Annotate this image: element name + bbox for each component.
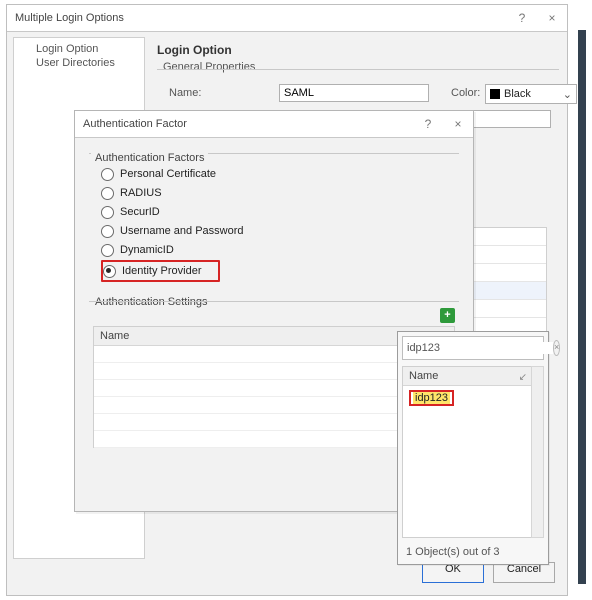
tree-item-user-directories[interactable]: User Directories bbox=[20, 56, 144, 70]
auth-title: Authentication Factor bbox=[83, 118, 187, 130]
radio-label: RADIUS bbox=[120, 187, 162, 199]
cancel-button[interactable]: Cancel bbox=[493, 562, 555, 583]
auth-titlebar: Authentication Factor ? × bbox=[75, 111, 473, 138]
radio-icon bbox=[101, 225, 114, 238]
tree-item-login-option[interactable]: Login Option bbox=[20, 42, 144, 56]
chevron-down-icon: ⌄ bbox=[563, 88, 572, 101]
radio-label: Personal Certificate bbox=[120, 168, 216, 180]
idp-picker-popup: × × Name ↙ idp123 1 Object(s) out of 3 bbox=[397, 331, 549, 565]
picker-scrollbar[interactable] bbox=[531, 366, 544, 538]
radio-label: DynamicID bbox=[120, 244, 174, 256]
add-button[interactable]: + bbox=[440, 308, 455, 323]
color-select[interactable]: Black ⌄ bbox=[485, 84, 577, 104]
picker-search[interactable]: × bbox=[402, 336, 544, 360]
radio-securid[interactable]: SecurID bbox=[101, 203, 455, 221]
main-titlebar: Multiple Login Options ? × bbox=[7, 5, 567, 32]
close-button[interactable]: × bbox=[537, 5, 567, 31]
ok-button[interactable]: OK bbox=[422, 562, 484, 583]
auth-close-button[interactable]: × bbox=[443, 111, 473, 137]
auth-help-button[interactable]: ? bbox=[413, 111, 443, 137]
radio-icon bbox=[103, 265, 116, 278]
picker-list[interactable]: Name ↙ idp123 bbox=[402, 366, 532, 538]
color-swatch-icon bbox=[490, 89, 500, 99]
name-input[interactable] bbox=[279, 84, 429, 102]
color-label: Color: bbox=[451, 87, 480, 99]
color-value: Black bbox=[504, 88, 531, 100]
background-strip bbox=[578, 30, 586, 584]
auth-factors-group: Personal Certificate RADIUS SecurID User… bbox=[89, 153, 459, 289]
auth-factors-label: Authentication Factors bbox=[91, 152, 208, 164]
picker-item-idp123[interactable]: idp123 bbox=[409, 390, 454, 406]
radio-username-password[interactable]: Username and Password bbox=[101, 222, 455, 240]
page-heading: Login Option bbox=[157, 43, 559, 57]
radio-label: SecurID bbox=[120, 206, 160, 218]
radio-label: Username and Password bbox=[120, 225, 244, 237]
radio-icon bbox=[101, 206, 114, 219]
radio-dynamicid[interactable]: DynamicID bbox=[101, 241, 455, 259]
picker-col-name[interactable]: Name ↙ bbox=[403, 367, 531, 386]
radio-radius[interactable]: RADIUS bbox=[101, 184, 455, 202]
picker-col-label: Name bbox=[409, 370, 438, 382]
help-button[interactable]: ? bbox=[507, 5, 537, 31]
radio-personal-certificate[interactable]: Personal Certificate bbox=[101, 165, 455, 183]
radio-icon bbox=[101, 244, 114, 257]
main-title: Multiple Login Options bbox=[15, 12, 124, 24]
picker-search-input[interactable] bbox=[403, 342, 553, 354]
radio-icon bbox=[101, 187, 114, 200]
main-button-bar: OK Cancel bbox=[416, 562, 555, 583]
name-label: Name: bbox=[169, 87, 201, 99]
radio-label: Identity Provider bbox=[122, 265, 201, 277]
picker-status: 1 Object(s) out of 3 bbox=[406, 546, 500, 558]
radio-identity-provider[interactable]: Identity Provider bbox=[101, 260, 220, 282]
pin-icon[interactable]: ↙ bbox=[519, 369, 527, 387]
picker-item-label: idp123 bbox=[413, 392, 450, 404]
radio-icon bbox=[101, 168, 114, 181]
